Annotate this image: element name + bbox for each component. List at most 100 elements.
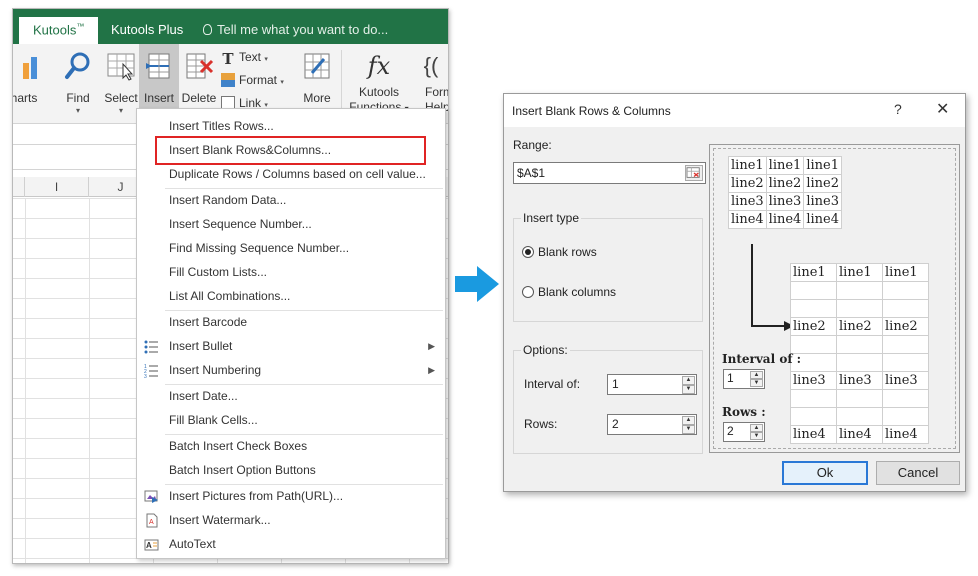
source-table: line1 line1 line1 line2 line2 line2 line3 line3… xyxy=(728,156,842,229)
menu-batch-insert-check-boxes[interactable]: Batch Insert Check Boxes xyxy=(137,435,445,458)
radio-unselected-icon xyxy=(522,286,534,298)
spin-down-icon[interactable]: ▼ xyxy=(682,385,695,394)
menu-fill-custom-lists[interactable]: Fill Custom Lists... xyxy=(137,261,445,284)
formula-icon: {( xyxy=(423,53,439,78)
fx-icon: fx xyxy=(367,52,391,80)
radio-selected-icon xyxy=(522,246,534,258)
rows-spinner[interactable]: 2 ▲ ▼ xyxy=(607,414,697,435)
menu-insert-numbering[interactable]: 123 Insert Numbering ▶ xyxy=(137,359,445,382)
menu-insert-random-data[interactable]: Insert Random Data... xyxy=(137,189,445,212)
preview-row: line2 line2 line2 xyxy=(790,317,929,336)
spin-down-icon: ▼ xyxy=(750,432,763,440)
ok-button[interactable]: Ok xyxy=(782,461,868,485)
preview-cell xyxy=(790,281,837,300)
rows-label: Rows: xyxy=(524,417,558,431)
preview-row xyxy=(790,299,929,318)
close-button[interactable]: ✕ xyxy=(936,99,949,119)
range-label: Range: xyxy=(513,138,552,152)
charts-button[interactable]: harts xyxy=(13,44,43,124)
preview-cell xyxy=(836,407,883,426)
menu-autotext[interactable]: A AutoText xyxy=(137,533,445,556)
preview-cell: line2 xyxy=(765,174,805,193)
preview-cell: line2 xyxy=(882,317,929,336)
blank-columns-radio[interactable]: Blank columns xyxy=(522,285,616,299)
preview-interval-spinner: 1 ▲ ▼ xyxy=(723,369,765,389)
column-header-i[interactable]: I xyxy=(25,177,89,197)
preview-cell: line4 xyxy=(803,210,842,229)
spin-down-icon: ▼ xyxy=(750,379,763,387)
spin-up-icon: ▲ xyxy=(750,371,763,379)
spin-up-icon[interactable]: ▲ xyxy=(682,416,695,425)
help-button[interactable]: ? xyxy=(894,101,902,117)
preview-rows-label: Rows : xyxy=(722,405,766,419)
preview-cell: line2 xyxy=(803,174,842,193)
lightbulb-icon xyxy=(203,24,212,35)
chart-icon xyxy=(23,57,37,79)
submenu-arrow-icon: ▶ xyxy=(428,341,435,351)
preview-cell xyxy=(836,353,883,372)
preview-cell: line4 xyxy=(790,425,837,444)
dialog-title-bar: Insert Blank Rows & Columns ? ✕ xyxy=(504,94,965,127)
range-input[interactable]: $A$1 xyxy=(513,162,706,184)
preview-cell xyxy=(836,281,883,300)
spin-up-icon[interactable]: ▲ xyxy=(682,376,695,385)
preview-cell: line2 xyxy=(728,174,767,193)
dialog-title: Insert Blank Rows & Columns xyxy=(512,104,671,118)
bullet-list-icon xyxy=(144,340,158,354)
text-button[interactable]: T Text ▾ xyxy=(221,46,305,69)
autotext-icon: A xyxy=(144,539,159,551)
menu-batch-insert-option-buttons[interactable]: Batch Insert Option Buttons xyxy=(137,459,445,482)
preview-row: line1 line1 line1 xyxy=(790,263,929,282)
preview-cell xyxy=(882,299,929,318)
preview-cell: line1 xyxy=(882,263,929,282)
menu-insert-pictures-from-path[interactable]: Insert Pictures from Path(URL)... xyxy=(137,485,445,508)
preview-row: line3 line3 line3 xyxy=(790,371,929,390)
picture-insert-icon xyxy=(144,490,158,503)
find-button[interactable]: Find ▾ xyxy=(57,44,99,124)
insert-dropdown-menu: Insert Titles Rows... Insert Blank Rows&… xyxy=(136,108,446,559)
preview-cell: line1 xyxy=(790,263,837,282)
preview-cell: line1 xyxy=(765,156,805,175)
menu-insert-bullet[interactable]: Insert Bullet ▶ xyxy=(137,335,445,358)
preview-row xyxy=(790,407,929,426)
spin-down-icon[interactable]: ▼ xyxy=(682,425,695,434)
menu-duplicate-rows-columns[interactable]: Duplicate Rows / Columns based on cell v… xyxy=(137,163,445,186)
preview-cell: line4 xyxy=(882,425,929,444)
menu-insert-watermark[interactable]: A Insert Watermark... xyxy=(137,509,445,532)
preview-cell xyxy=(882,281,929,300)
preview-row: line1 line1 line1 xyxy=(728,156,842,175)
arrow-right-icon xyxy=(455,266,499,302)
insert-type-label: Insert type xyxy=(521,211,582,225)
preview-cell xyxy=(882,389,929,408)
tab-kutools[interactable]: Kutools™ xyxy=(19,17,99,44)
result-table: line1 line1 line1 line2 line2 line2 line3 line3… xyxy=(790,263,929,444)
preview-cell: line1 xyxy=(728,156,767,175)
preview-cell xyxy=(836,389,883,408)
format-button[interactable]: Format ▾ xyxy=(221,69,305,92)
blank-rows-radio[interactable]: Blank rows xyxy=(522,245,597,259)
preview-cell xyxy=(836,299,883,318)
preview-cell: line3 xyxy=(728,192,767,211)
menu-fill-blank-cells[interactable]: Fill Blank Cells... xyxy=(137,409,445,432)
preview-cell: line4 xyxy=(765,210,805,229)
cancel-button[interactable]: Cancel xyxy=(876,461,960,485)
range-select-button[interactable] xyxy=(685,165,703,181)
preview-cell xyxy=(790,389,837,408)
tab-kutools-plus[interactable]: Kutools Plus xyxy=(97,17,197,44)
insert-blank-rows-columns-dialog: Insert Blank Rows & Columns ? ✕ Range: $… xyxy=(503,93,966,492)
preview-cell: line4 xyxy=(728,210,767,229)
preview-cell xyxy=(790,335,837,354)
preview-cell: line3 xyxy=(765,192,805,211)
watermark-icon: A xyxy=(146,513,158,528)
preview-cell: line3 xyxy=(836,371,883,390)
tell-me-box[interactable]: Tell me what you want to do... xyxy=(203,22,388,37)
interval-spinner[interactable]: 1 ▲ ▼ xyxy=(607,374,697,395)
menu-insert-sequence-number[interactable]: Insert Sequence Number... xyxy=(137,213,445,236)
menu-insert-barcode[interactable]: Insert Barcode xyxy=(137,311,445,334)
menu-list-all-combinations[interactable]: List All Combinations... xyxy=(137,285,445,308)
menu-find-missing-sequence-number[interactable]: Find Missing Sequence Number... xyxy=(137,237,445,260)
menu-insert-date[interactable]: Insert Date... xyxy=(137,385,445,408)
menu-insert-titles-rows[interactable]: Insert Titles Rows... xyxy=(137,115,445,138)
preview-cell: line4 xyxy=(836,425,883,444)
range-picker-icon xyxy=(686,167,700,178)
